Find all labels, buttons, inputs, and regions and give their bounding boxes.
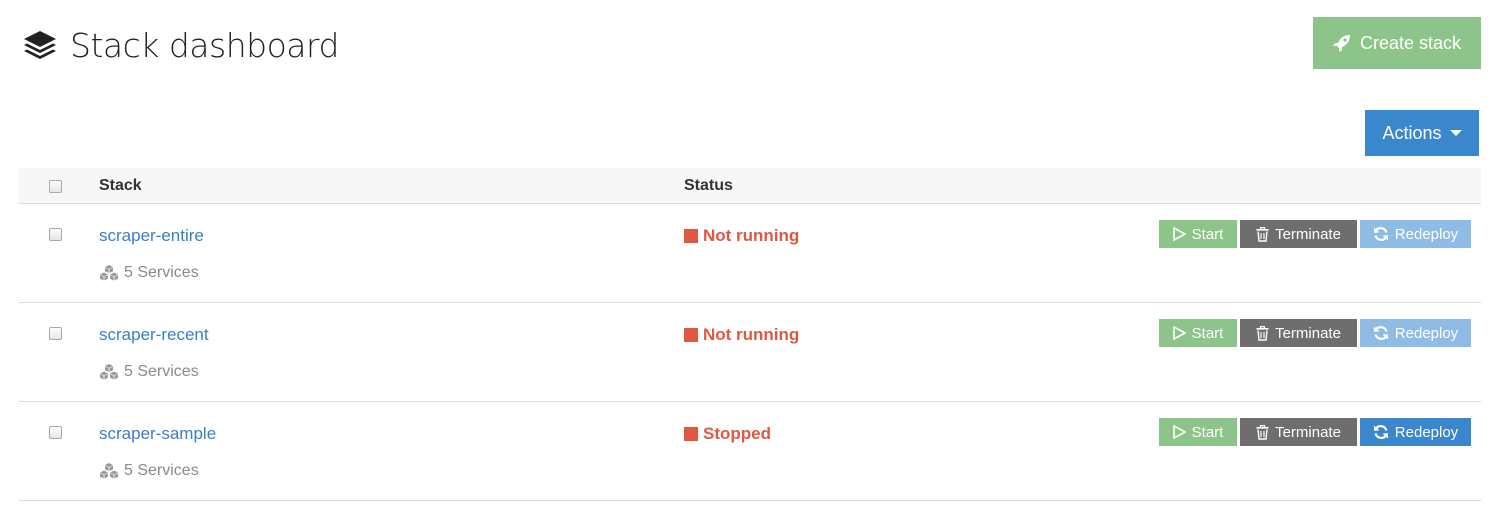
redeploy-label: Redeploy (1394, 225, 1459, 243)
table-header: Stack Status (19, 168, 1481, 204)
select-all-checkbox[interactable] (49, 180, 62, 193)
services-count: 5 Services (99, 264, 199, 282)
terminate-label: Terminate (1275, 423, 1341, 441)
start-button[interactable]: Start (1159, 418, 1237, 446)
redeploy-button[interactable]: Redeploy (1360, 319, 1471, 347)
play-icon (1172, 227, 1186, 241)
services-count: 5 Services (99, 363, 199, 381)
terminate-button[interactable]: Terminate (1240, 319, 1357, 347)
play-icon (1172, 425, 1186, 439)
status-badge: Not running (684, 325, 799, 345)
actions-dropdown-button[interactable]: Actions (1365, 110, 1479, 156)
stack-name-link[interactable]: scraper-entire (99, 226, 204, 246)
start-label: Start (1191, 324, 1224, 342)
terminate-button[interactable]: Terminate (1240, 220, 1357, 248)
cubes-icon (100, 364, 118, 380)
refresh-icon (1373, 227, 1388, 241)
services-count: 5 Services (99, 462, 199, 480)
table-row: scraper-entire 5 Services Not running St… (19, 204, 1481, 303)
stack-name-link[interactable]: scraper-sample (99, 424, 216, 444)
status-badge: Stopped (684, 424, 771, 444)
stack-table: Stack Status scraper-entire 5 Services N… (19, 168, 1481, 501)
row-checkbox[interactable] (49, 426, 62, 439)
trash-icon (1256, 226, 1269, 242)
start-button[interactable]: Start (1159, 319, 1237, 347)
status-square-icon (684, 229, 698, 243)
status-badge: Not running (684, 226, 799, 246)
create-stack-label: Create stack (1359, 32, 1462, 53)
row-checkbox[interactable] (49, 228, 62, 241)
column-header-status: Status (684, 177, 733, 194)
redeploy-label: Redeploy (1394, 423, 1459, 441)
cubes-icon (100, 265, 118, 281)
caret-down-icon (1449, 130, 1462, 136)
row-checkbox[interactable] (49, 327, 62, 340)
refresh-icon (1373, 425, 1388, 439)
services-label: 5 Services (124, 363, 199, 380)
terminate-button[interactable]: Terminate (1240, 418, 1357, 446)
trash-icon (1256, 424, 1269, 440)
trash-icon (1256, 325, 1269, 341)
status-label: Not running (703, 325, 800, 344)
status-square-icon (684, 328, 698, 342)
start-label: Start (1191, 423, 1224, 441)
rocket-icon (1332, 35, 1350, 52)
redeploy-label: Redeploy (1394, 324, 1459, 342)
services-label: 5 Services (124, 462, 199, 479)
terminate-label: Terminate (1275, 324, 1341, 342)
play-icon (1172, 326, 1186, 340)
stack-name-link[interactable]: scraper-recent (99, 325, 209, 345)
start-label: Start (1191, 225, 1224, 243)
refresh-icon (1373, 326, 1388, 340)
status-label: Not running (703, 226, 800, 245)
column-header-stack: Stack (99, 177, 142, 194)
redeploy-button[interactable]: Redeploy (1360, 418, 1471, 446)
redeploy-button[interactable]: Redeploy (1360, 220, 1471, 248)
services-label: 5 Services (124, 264, 199, 281)
page-header: Stack dashboard (22, 26, 339, 65)
terminate-label: Terminate (1275, 225, 1341, 243)
table-row: scraper-recent 5 Services Not running St… (19, 303, 1481, 402)
layers-icon (24, 30, 56, 59)
start-button[interactable]: Start (1159, 220, 1237, 248)
page-title: Stack dashboard (70, 26, 339, 65)
cubes-icon (100, 463, 118, 479)
create-stack-button[interactable]: Create stack (1313, 17, 1481, 69)
table-row: scraper-sample 5 Services Stopped Start (19, 402, 1481, 501)
status-square-icon (684, 427, 698, 441)
status-label: Stopped (703, 424, 771, 443)
actions-label: Actions (1382, 122, 1442, 143)
